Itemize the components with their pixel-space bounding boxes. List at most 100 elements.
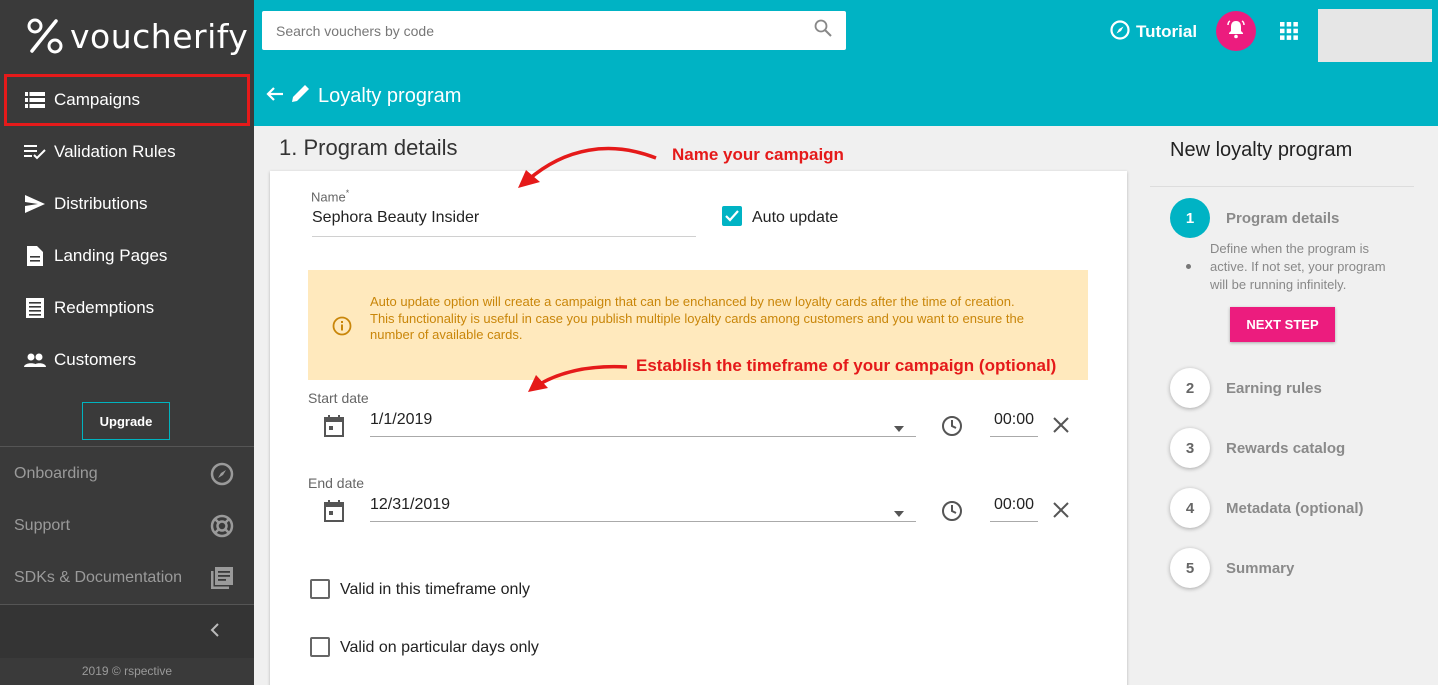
- search-input[interactable]: [276, 22, 814, 39]
- document-icon: [24, 245, 46, 267]
- sidebar-nav: Campaigns Validation Rules Distributions…: [0, 74, 254, 386]
- step-4-label[interactable]: Metadata (optional): [1226, 500, 1364, 517]
- sidebar-item-validation-rules[interactable]: Validation Rules: [0, 126, 254, 178]
- auto-update-label: Auto update: [752, 209, 839, 226]
- clock-icon[interactable]: [941, 415, 963, 442]
- chevron-left-icon[interactable]: [210, 621, 220, 644]
- sidebar-item-campaigns[interactable]: Campaigns: [4, 74, 250, 126]
- start-date-label: Start date: [308, 390, 369, 406]
- name-field[interactable]: Sephora Beauty Insider: [312, 209, 696, 237]
- back-arrow-icon[interactable]: [266, 85, 284, 108]
- dropdown-arrow-icon[interactable]: [894, 504, 904, 522]
- step-desc-bullet: [1186, 264, 1191, 269]
- sidebar-item-label: Validation Rules: [54, 142, 176, 161]
- sidebar-link-support[interactable]: Support: [14, 511, 234, 541]
- sidebar-item-label: Campaigns: [54, 90, 140, 109]
- people-icon: [24, 349, 46, 371]
- notifications-button[interactable]: [1216, 11, 1256, 51]
- topbar: Tutorial Loyalty program: [254, 0, 1438, 126]
- alert-line-2: This functionality is useful in case you…: [370, 310, 1024, 343]
- sidebar-divider: [0, 446, 254, 447]
- sidebar-link-label: SDKs & Documentation: [14, 569, 183, 586]
- edit-pencil-icon[interactable]: [292, 84, 310, 108]
- clear-start-date-icon[interactable]: [1053, 417, 1069, 438]
- valid-timeframe-checkbox[interactable]: [310, 579, 330, 599]
- logo-icon: [26, 17, 64, 55]
- library-icon: [210, 566, 234, 590]
- valid-timeframe-label: Valid in this timeframe only: [340, 581, 530, 598]
- avatar[interactable]: [1318, 9, 1432, 62]
- step-4-circle[interactable]: 4: [1170, 488, 1210, 528]
- name-label-text: Name: [311, 189, 346, 205]
- sidebar-item-customers[interactable]: Customers: [0, 334, 254, 386]
- valid-days-label: Valid on particular days only: [340, 639, 539, 656]
- step-1-description: Define when the program is active. If no…: [1210, 241, 1386, 292]
- sidebar-link-onboarding[interactable]: Onboarding: [14, 459, 234, 489]
- end-date-label: End date: [308, 475, 365, 491]
- sidebar-link-label: Onboarding: [14, 465, 98, 482]
- sidebar-link-sdks[interactable]: SDKs & Documentation: [14, 563, 234, 593]
- section-title: 1. Program details: [279, 135, 458, 160]
- clear-end-date-icon[interactable]: [1053, 502, 1069, 523]
- name-label: Name*: [311, 188, 349, 204]
- bell-icon: [1226, 19, 1246, 44]
- copyright: 2019 © rspective: [81, 664, 173, 678]
- wizard-title: New loyalty program: [1170, 139, 1353, 161]
- start-date-field[interactable]: 1/1/2019: [370, 407, 916, 437]
- logo[interactable]: voucherify: [26, 16, 248, 56]
- step-5-circle[interactable]: 5: [1170, 548, 1210, 588]
- clock-icon[interactable]: [941, 500, 963, 527]
- auto-update-checkbox[interactable]: [722, 206, 742, 226]
- step-1-circle[interactable]: 1: [1170, 198, 1210, 238]
- receipt-icon: [24, 297, 46, 319]
- step-5-label[interactable]: Summary: [1226, 560, 1294, 577]
- annotation-name-hint: Name your campaign: [672, 145, 844, 164]
- logo-text: voucherify: [70, 16, 249, 56]
- calendar-icon[interactable]: [324, 500, 344, 527]
- tutorial-link[interactable]: Tutorial: [1110, 18, 1197, 46]
- sidebar-item-landing-pages[interactable]: Landing Pages: [0, 230, 254, 282]
- compass-icon: [1110, 19, 1130, 45]
- search-box[interactable]: [262, 11, 846, 50]
- lifebuoy-icon: [210, 514, 234, 538]
- apps-grid-icon[interactable]: [1280, 22, 1298, 40]
- sidebar-item-redemptions[interactable]: Redemptions: [0, 282, 254, 334]
- dropdown-arrow-icon[interactable]: [894, 419, 904, 437]
- sidebar: voucherify Campaigns Validation Rules Di…: [0, 0, 254, 685]
- start-time-field[interactable]: 00:00: [990, 407, 1038, 437]
- info-icon: [332, 316, 352, 341]
- step-2-circle[interactable]: 2: [1170, 368, 1210, 408]
- end-date-value: 12/31/2019: [370, 496, 451, 513]
- tutorial-label: Tutorial: [1136, 22, 1198, 41]
- end-date-field[interactable]: 12/31/2019: [370, 492, 916, 522]
- sidebar-item-distributions[interactable]: Distributions: [0, 178, 254, 230]
- compass-icon: [210, 462, 234, 486]
- search-icon[interactable]: [814, 19, 832, 42]
- sidebar-link-label: Support: [14, 517, 71, 534]
- sidebar-item-label: Redemptions: [54, 298, 155, 317]
- start-date-value: 1/1/2019: [370, 411, 433, 428]
- step-3-label[interactable]: Rewards catalog: [1226, 440, 1345, 457]
- required-marker: *: [345, 188, 350, 198]
- page-header: Loyalty program: [266, 83, 461, 109]
- valid-days-checkbox[interactable]: [310, 637, 330, 657]
- sidebar-item-label: Distributions: [54, 194, 148, 213]
- sidebar-collapse[interactable]: [0, 604, 254, 658]
- wizard-divider: [1150, 186, 1414, 187]
- end-time-field[interactable]: 00:00: [990, 492, 1038, 522]
- list-icon: [24, 89, 46, 111]
- next-step-button[interactable]: NEXT STEP: [1230, 307, 1335, 342]
- program-details-card: Name* Sephora Beauty Insider Auto update…: [270, 171, 1127, 685]
- step-3-circle[interactable]: 3: [1170, 428, 1210, 468]
- step-2-label[interactable]: Earning rules: [1226, 380, 1322, 397]
- alert-line-1: Auto update option will create a campaig…: [370, 294, 1015, 309]
- check-icon: [725, 210, 739, 222]
- step-1-label[interactable]: Program details: [1226, 210, 1339, 227]
- calendar-icon[interactable]: [324, 415, 344, 442]
- checklist-icon: [24, 141, 46, 163]
- page-title: Loyalty program: [318, 84, 462, 107]
- sidebar-item-label: Customers: [54, 350, 137, 369]
- sidebar-item-label: Landing Pages: [54, 246, 168, 265]
- upgrade-button[interactable]: Upgrade: [82, 402, 170, 440]
- send-icon: [24, 193, 46, 215]
